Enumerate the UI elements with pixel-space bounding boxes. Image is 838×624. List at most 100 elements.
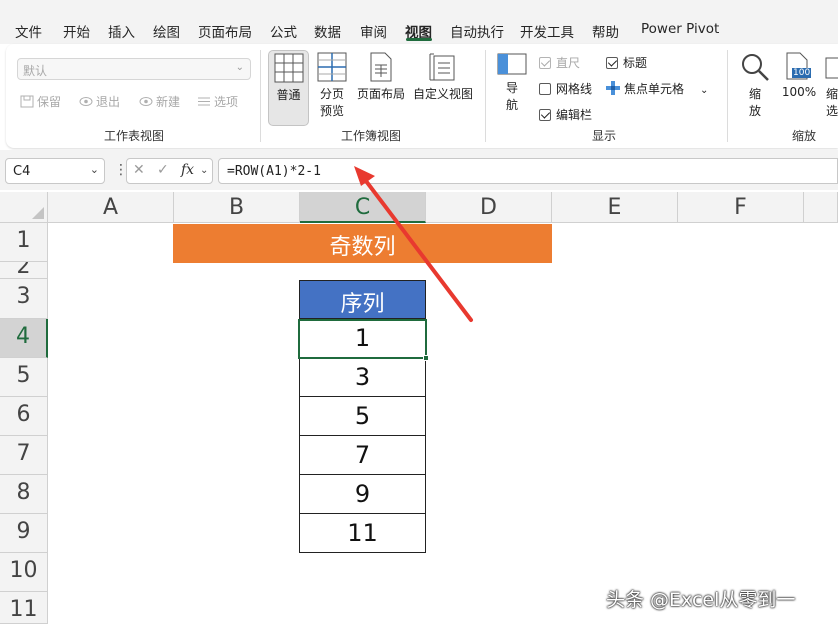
tab-draw[interactable]: 绘图 [153,21,180,41]
normal-view-button[interactable]: 普通 [268,50,309,126]
save-icon [20,95,34,108]
column-header-a[interactable]: A [48,192,174,223]
page-layout-view-button[interactable]: 页面布局 [355,50,407,102]
list-icon [198,97,210,106]
confirm-icon[interactable]: ✓ [157,162,169,178]
active-cell-border [298,319,427,359]
gridlines-checkbox[interactable]: 网格线 [539,80,592,97]
sheet-view-select[interactable]: 默认 ⌄ [17,58,251,80]
row-header-6[interactable]: 6 [0,397,48,436]
view-options-button[interactable]: 选项 [197,93,238,110]
cancel-icon[interactable]: ✕ [133,162,145,178]
row-header-8[interactable]: 8 [0,475,48,514]
row-header-1[interactable]: 1 [0,223,48,262]
headings-check-icon [606,57,618,69]
zoom-100-badge: 100 [792,68,812,78]
formula-bar-area: C4 ⌄ ⋮ ✕ ✓ fx ⌄ =ROW(A1)*2-1 [0,150,838,190]
row-header-5[interactable]: 5 [0,358,48,397]
ruler-checkbox[interactable]: 直尺 [539,54,580,71]
row-header-9[interactable]: 9 [0,514,48,553]
table-cell[interactable]: 11 [299,514,426,553]
focus-cell-icon [606,81,620,95]
formula-bar-check-icon [539,109,551,121]
name-box[interactable]: C4 ⌄ [5,158,105,184]
formula-input[interactable]: =ROW(A1)*2-1 [218,158,838,184]
chevron-down-icon[interactable]: ⌄ [200,165,208,176]
worksheet-grid: A B C D E F 1 2 3 4 5 6 7 8 9 10 11 奇数列 … [0,192,838,624]
focus-cell-button[interactable]: 焦点单元格 ⌄ [606,80,708,97]
table-cell[interactable]: 5 [299,397,426,436]
tab-review[interactable]: 审阅 [360,21,387,41]
table-cell[interactable]: 3 [299,358,426,397]
table-cell[interactable]: 7 [299,436,426,475]
zoom-selection-label-1: 缩 [825,87,838,101]
tab-power-pivot[interactable]: Power Pivot [641,21,719,37]
fill-handle[interactable] [423,355,429,361]
tab-automate[interactable]: 自动执行 [450,21,504,41]
new-view-label: 新建 [156,95,181,109]
merged-title-cell[interactable]: 奇数列 [173,224,552,263]
column-header-g[interactable] [804,192,838,223]
watermark-text: 头条 @Excel从零到一 [606,589,796,611]
menu-bar: 文件 开始 插入 绘图 页面布局 公式 数据 审阅 视图 自动执行 开发工具 帮… [0,0,838,44]
tab-formulas[interactable]: 公式 [270,21,297,41]
zoom-to-selection-button[interactable]: 缩 选 [825,50,838,119]
sheet-view-group-label: 工作表视图 [104,129,165,143]
zoom-label-2: 放 [748,104,761,118]
row-header-7[interactable]: 7 [0,436,48,475]
zoom-100-button[interactable]: 100 100% [779,50,819,99]
active-tab-indicator [406,38,432,41]
ribbon: 默认 ⌄ 保留 退出 新建 选项 工作表视图 普通 分页 预览 页面布局 自定义… [6,44,838,148]
page-break-icon [317,52,347,82]
column-header-b[interactable]: B [174,192,300,223]
insert-function-button[interactable]: fx [181,162,194,178]
row-header-4[interactable]: 4 [0,319,48,358]
zoom-selection-icon [825,57,838,79]
magnifier-icon [742,54,769,81]
tab-data[interactable]: 数据 [314,21,341,41]
row-header-11[interactable]: 11 [0,592,48,624]
tab-page-layout[interactable]: 页面布局 [198,21,252,41]
new-view-button[interactable]: 新建 [139,93,180,110]
tab-help[interactable]: 帮助 [592,21,619,41]
ruler-check-icon [539,57,551,69]
keep-view-button[interactable]: 保留 [20,93,61,110]
formula-tools: ✕ ✓ fx ⌄ [126,158,213,184]
tab-file[interactable]: 文件 [15,21,42,41]
column-header-e[interactable]: E [552,192,678,223]
tab-developer[interactable]: 开发工具 [520,21,574,41]
table-header-cell[interactable]: 序列 [299,280,426,319]
column-header-d[interactable]: D [426,192,552,223]
exit-view-label: 退出 [96,95,121,109]
eye-add-icon [139,97,153,106]
tab-home[interactable]: 开始 [63,21,90,41]
navigation-label-1: 导 [505,81,518,95]
column-header-f[interactable]: F [678,192,804,223]
custom-view-button[interactable]: 自定义视图 [409,50,477,102]
row-header-3[interactable]: 3 [0,279,48,319]
formula-bar-checkbox[interactable]: 编辑栏 [539,106,592,123]
row-header-10[interactable]: 10 [0,553,48,592]
name-box-value: C4 [13,164,31,179]
sheet-view-select-value: 默认 [23,64,48,78]
formula-bar-label: 编辑栏 [556,108,593,122]
tab-insert[interactable]: 插入 [108,21,135,41]
page-break-label-1: 分页 [319,87,344,101]
keep-view-label: 保留 [37,95,62,109]
ruler-label: 直尺 [556,56,581,70]
exit-view-button[interactable]: 退出 [79,93,120,110]
column-header-c[interactable]: C [300,192,426,223]
navigation-icon [497,53,527,75]
page-layout-icon [370,52,392,82]
page-break-preview-button[interactable]: 分页 预览 [312,50,352,119]
workbook-view-group-label: 工作簿视图 [341,129,402,143]
headings-checkbox[interactable]: 标题 [606,54,647,71]
zoom-100-label: 100% [781,85,817,99]
table-cell[interactable]: 9 [299,475,426,514]
select-all-button[interactable] [0,192,48,223]
zoom-selection-label-2: 选 [825,104,838,118]
row-header-2[interactable]: 2 [0,262,48,279]
navigation-button[interactable]: 导 航 [495,50,529,113]
custom-view-icon [429,53,455,81]
zoom-button[interactable]: 缩 放 [737,50,773,119]
